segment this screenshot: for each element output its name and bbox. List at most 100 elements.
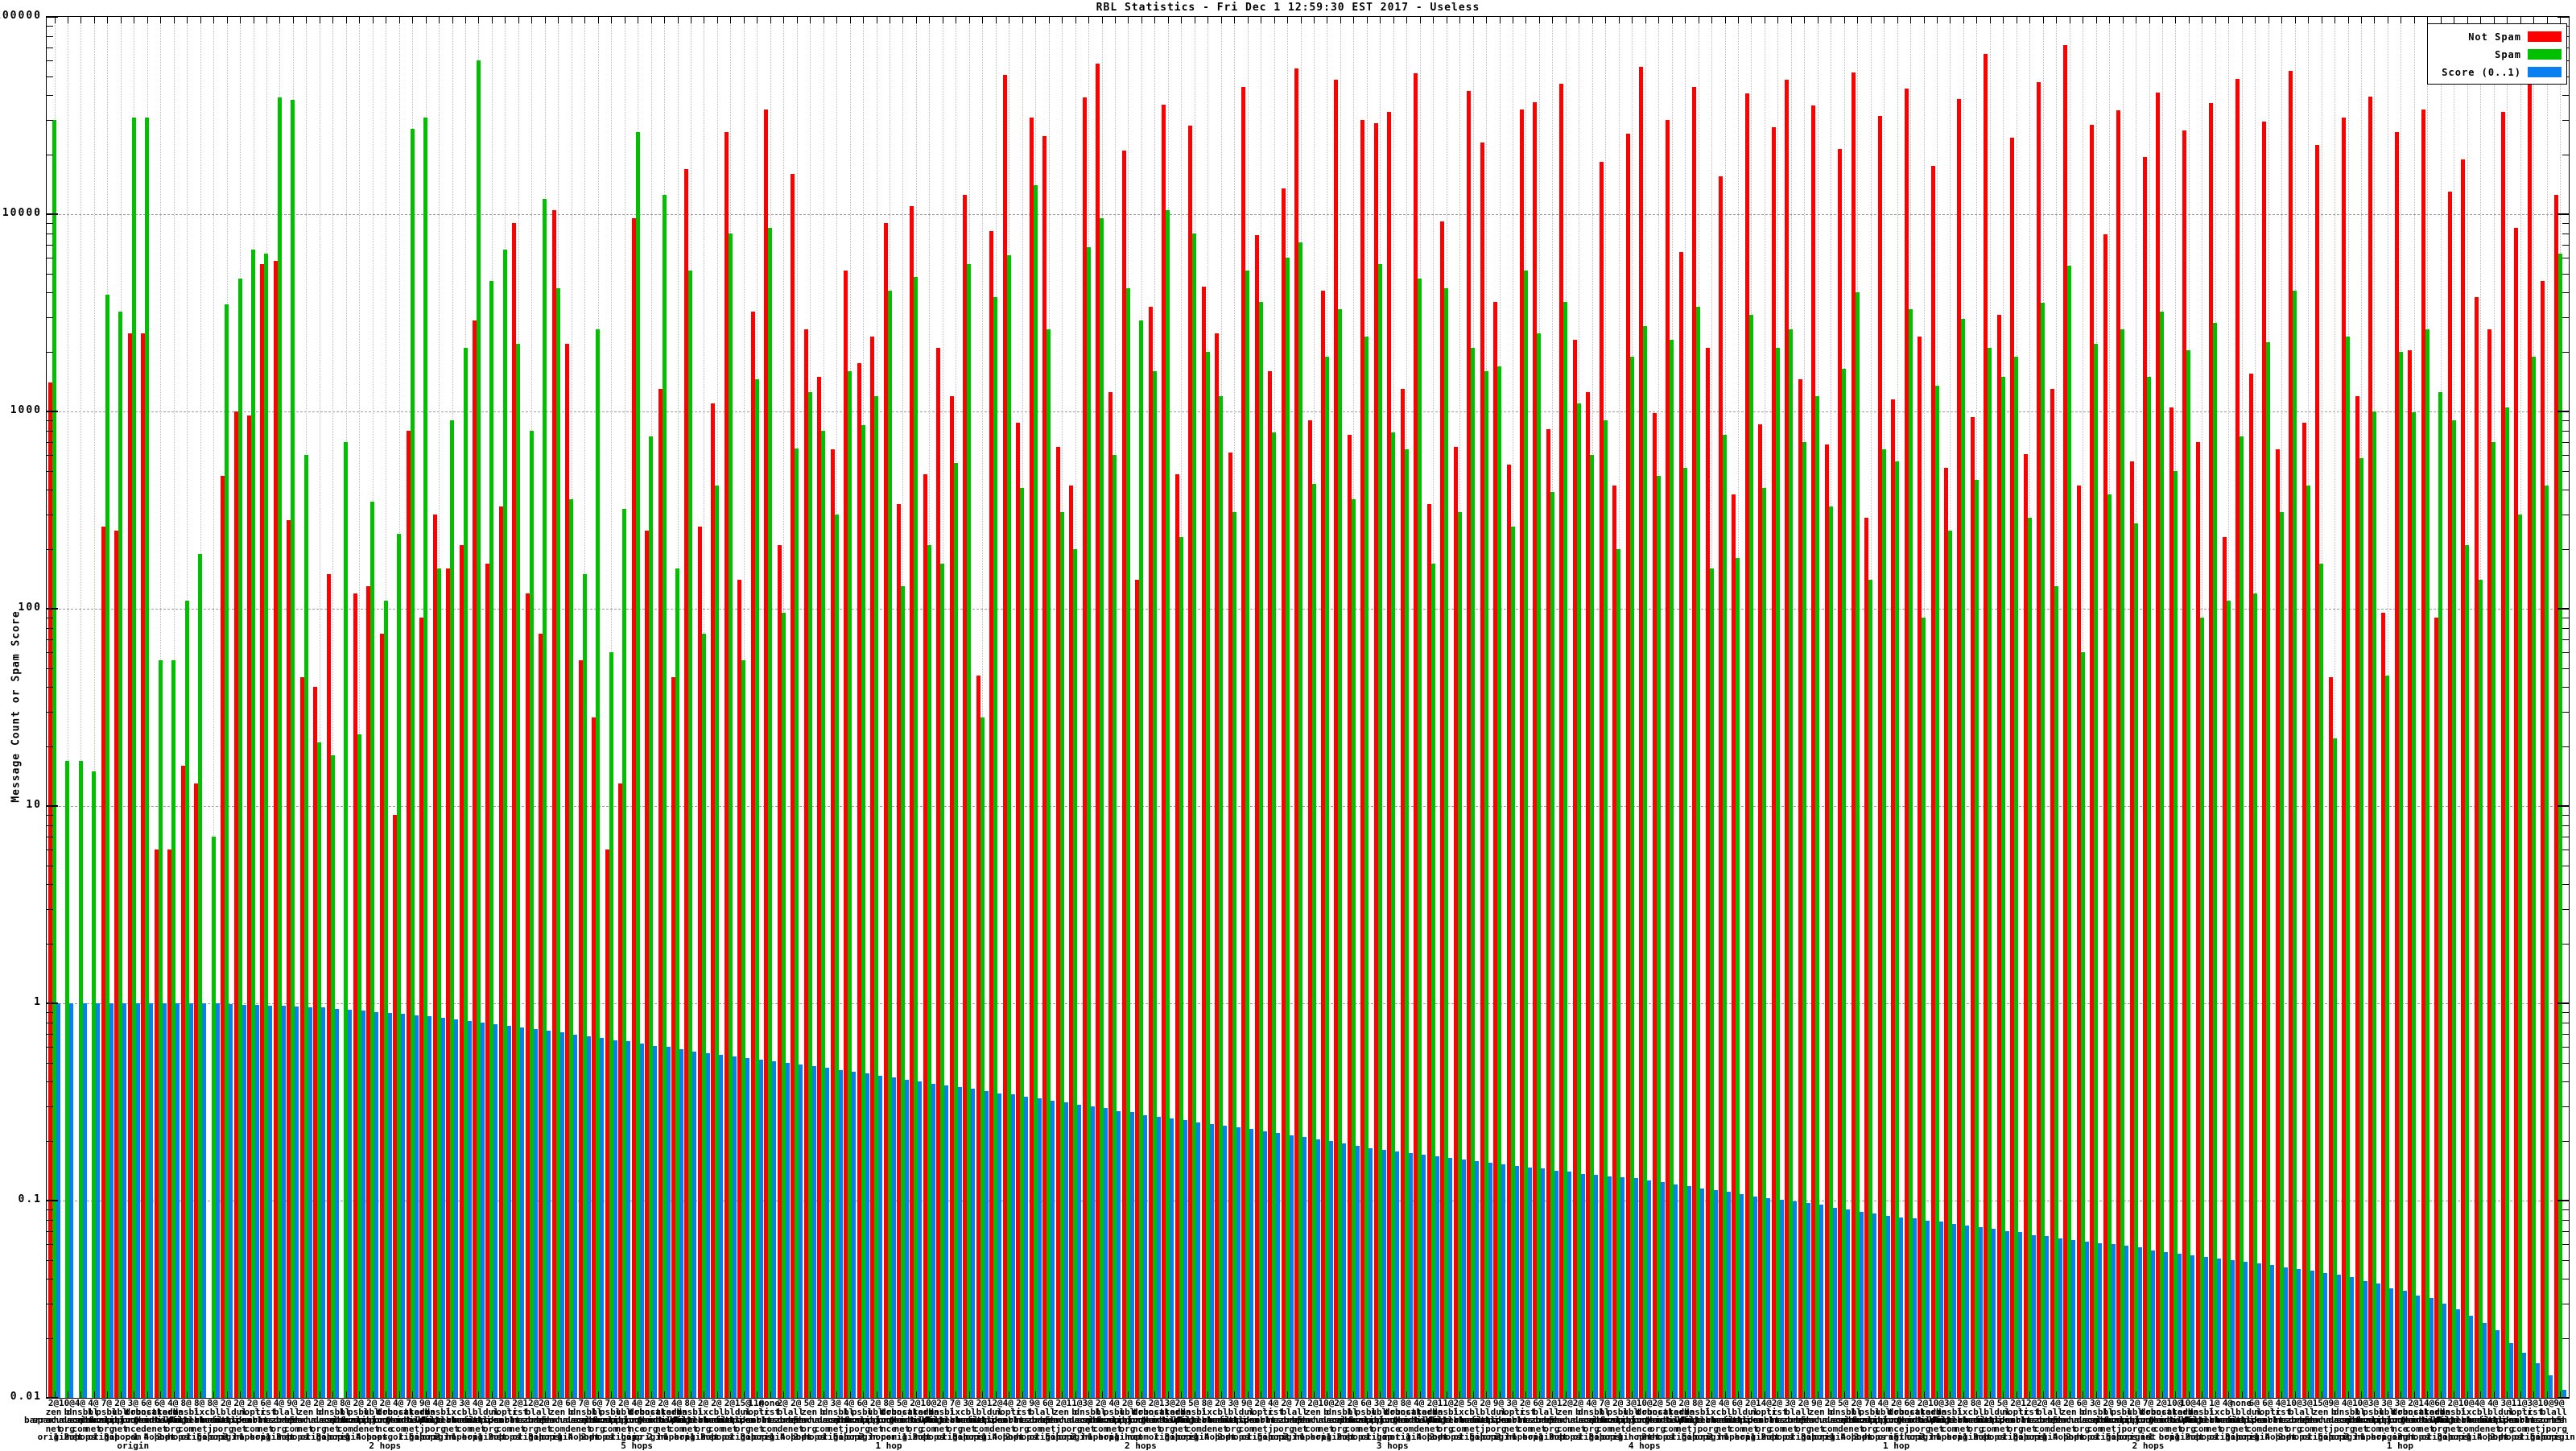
bar-score [135, 1003, 140, 1398]
y-minor-tick [47, 317, 53, 319]
x-bottom-tick [2334, 1391, 2336, 1398]
x-bottom-tick [279, 1391, 281, 1398]
bar-score [2098, 1242, 2103, 1398]
bar-score [1183, 1120, 1187, 1398]
bar-score [1024, 1097, 1029, 1398]
x-bottom-tick [2175, 1391, 2177, 1398]
bar-score [1129, 1112, 1134, 1398]
bar-score [427, 1016, 432, 1398]
x-bottom-tick [1552, 1391, 1554, 1398]
x-bottom-tick [2161, 1391, 2163, 1398]
bar-score [785, 1062, 790, 1398]
x-top-tick [2175, 17, 2177, 23]
x-bottom-tick [783, 1391, 785, 1398]
bar-spam [2504, 407, 2509, 1398]
bar-score [758, 1059, 763, 1398]
x-top-tick [1777, 17, 1779, 23]
x-bottom-tick [1751, 1391, 1752, 1398]
x-top-tick [1114, 17, 1116, 23]
x-top-tick [1220, 17, 1222, 23]
x-bottom-tick [968, 1391, 970, 1398]
bar-score [984, 1090, 989, 1398]
x-bottom-tick [2520, 1391, 2521, 1398]
y-minor-tick [47, 1259, 53, 1261]
bar-spam [2545, 486, 2549, 1398]
x-top-tick [1075, 17, 1076, 23]
y-minor-tick [2562, 909, 2569, 911]
bar-score [1475, 1161, 1480, 1398]
x-top-tick [279, 17, 281, 23]
y-minor-tick [47, 1230, 53, 1232]
bar-score [480, 1022, 485, 1398]
x-top-tick [849, 17, 851, 23]
bar-spam [2531, 356, 2536, 1398]
bar-score [2350, 1276, 2355, 1398]
x-top-tick [1538, 17, 1540, 23]
x-bottom-tick [836, 1391, 838, 1398]
x-bottom-tick [1114, 1391, 1116, 1398]
x-top-tick [915, 17, 917, 23]
y-axis-label: Message Count or Spam Score [10, 610, 23, 803]
bar-score [1713, 1189, 1718, 1398]
x-bottom-tick [1870, 1391, 1872, 1398]
x-bottom-tick [2215, 1391, 2216, 1398]
bar-score [1302, 1137, 1307, 1398]
x-top-tick [505, 17, 506, 23]
bar-score [255, 1005, 260, 1398]
bar-score [799, 1064, 803, 1398]
x-bottom-tick [2427, 1391, 2429, 1398]
bar-score [1633, 1178, 1638, 1398]
x-top-tick [372, 17, 374, 23]
bar-score [1262, 1131, 1267, 1398]
bar-score [2203, 1256, 2208, 1398]
bar-score [454, 1019, 459, 1398]
x-bottom-tick [1525, 1391, 1527, 1398]
bar-score [493, 1023, 498, 1398]
bar-score [2416, 1295, 2421, 1398]
bar-score [1037, 1098, 1042, 1398]
x-top-tick [1181, 17, 1183, 23]
x-top-tick [1552, 17, 1554, 23]
x-bottom-tick [531, 1391, 533, 1398]
bar-score [1926, 1221, 1930, 1398]
x-top-tick [1737, 17, 1739, 23]
x-bottom-tick [2413, 1391, 2415, 1398]
x-bottom-tick [398, 1391, 400, 1398]
y-minor-tick [2562, 1012, 2569, 1014]
y-minor-tick [2562, 746, 2569, 748]
x-bottom-tick [1565, 1391, 1567, 1398]
x-bottom-tick [1220, 1391, 1222, 1398]
bar-score [401, 1013, 406, 1398]
x-top-tick [2255, 17, 2256, 23]
y-minor-tick [2562, 815, 2569, 816]
y-minor-tick [2562, 1081, 2569, 1083]
bar-score [2508, 1342, 2513, 1398]
legend-label-not-spam: Not Spam [2468, 31, 2521, 43]
x-bottom-tick [1618, 1391, 1620, 1398]
bar-score [2124, 1246, 2129, 1398]
bar-score [2549, 1375, 2553, 1398]
bar-score [1236, 1127, 1241, 1398]
x-top-tick [1910, 17, 1912, 23]
x-bottom-tick [982, 1391, 984, 1398]
bar-score [1209, 1123, 1214, 1398]
bar-score [2071, 1240, 2076, 1398]
y-minor-tick [2562, 1141, 2569, 1143]
x-top-tick [1645, 17, 1646, 23]
bar-score [918, 1081, 923, 1398]
bar-score [1992, 1228, 1996, 1398]
x-top-tick [266, 17, 267, 23]
y-minor-tick [47, 244, 53, 246]
x-bottom-tick [2533, 1391, 2535, 1398]
bar-score [1872, 1213, 1877, 1398]
x-bottom-tick [439, 1391, 440, 1398]
x-top-tick [1843, 17, 1845, 23]
x-bottom-tick [1605, 1391, 1607, 1398]
bar-score [440, 1017, 445, 1398]
x-top-tick [1101, 17, 1103, 23]
x-top-tick [1525, 17, 1527, 23]
x-top-tick [1022, 17, 1023, 23]
y-minor-tick [47, 1012, 53, 1014]
x-top-tick [478, 17, 480, 23]
y-major-tick [47, 805, 58, 807]
